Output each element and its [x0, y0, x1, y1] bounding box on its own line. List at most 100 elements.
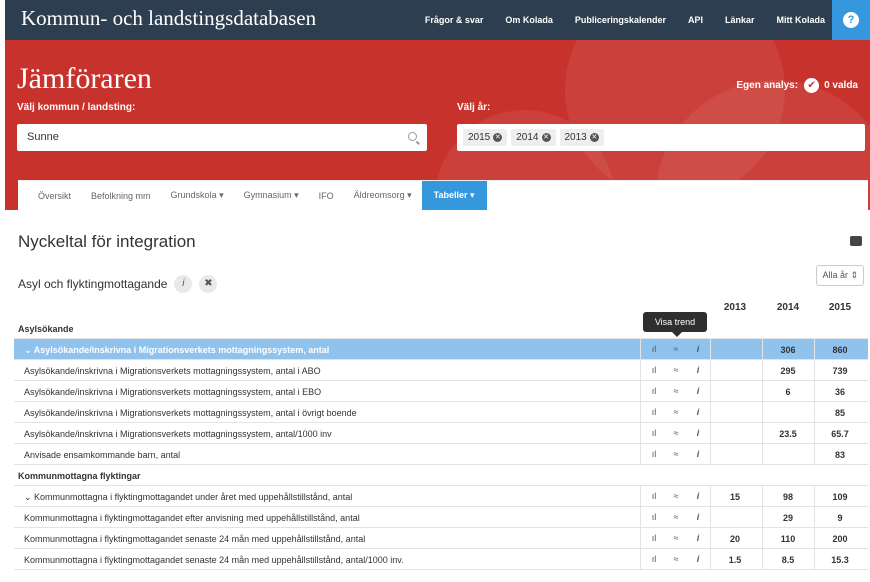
value-cell-2014: 306: [780, 345, 796, 355]
value-cell-2014: 29: [782, 513, 793, 523]
info-icon[interactable]: i: [690, 407, 706, 417]
nav-link-mitt-kolada[interactable]: Mitt Kolada: [777, 15, 826, 25]
info-icon[interactable]: i: [690, 449, 706, 459]
nav-link-links[interactable]: Länkar: [725, 15, 755, 25]
bar-chart-icon[interactable]: ıl: [646, 449, 662, 459]
column-divider: [710, 381, 711, 402]
row-label: Asylsökande/inskrivna i Migrationsverket…: [24, 366, 321, 376]
table-row[interactable]: Kommunmottagna i flyktingmottagandet sen…: [14, 549, 868, 570]
page-heading: Jämföraren: [17, 62, 152, 95]
trend-icon[interactable]: ≈: [668, 344, 684, 354]
tab-aldreomsorg[interactable]: Äldreomsorg ▾: [344, 181, 422, 210]
trend-icon[interactable]: ≈: [668, 512, 684, 522]
year-tag-label: 2013: [564, 132, 587, 143]
info-icon[interactable]: i: [174, 275, 193, 293]
value-cell-2014: 295: [780, 366, 796, 376]
bar-chart-icon[interactable]: ıl: [646, 386, 662, 396]
egen-analys-count: 0 valda: [824, 80, 858, 91]
nav-link-about[interactable]: Om Kolada: [505, 15, 553, 25]
tab-befolkning[interactable]: Befolkning mm: [81, 181, 161, 210]
trend-icon[interactable]: ≈: [668, 449, 684, 459]
column-divider: [710, 360, 711, 381]
remove-icon[interactable]: ✕: [589, 133, 599, 142]
value-cell-2014: 23.5: [779, 429, 797, 439]
info-icon[interactable]: i: [690, 491, 706, 501]
year-tag: 2013 ✕: [559, 129, 604, 146]
trend-icon[interactable]: ≈: [668, 554, 684, 564]
info-icon[interactable]: i: [690, 533, 706, 543]
kommun-label: Välj kommun / landsting:: [17, 102, 136, 113]
tab-ifo[interactable]: IFO: [309, 181, 344, 210]
column-divider: [640, 507, 641, 528]
value-cell-2013: 1.5: [728, 555, 742, 565]
info-icon[interactable]: i: [690, 428, 706, 438]
row-label: Asylsökande/inskrivna i Migrationsverket…: [24, 429, 332, 439]
remove-icon[interactable]: ✕: [493, 133, 503, 142]
info-icon[interactable]: i: [690, 386, 706, 396]
nav-link-calendar[interactable]: Publiceringskalender: [575, 15, 666, 25]
table-row[interactable]: Kommunmottagna i flyktingmottagandet eft…: [14, 507, 868, 528]
info-icon[interactable]: i: [690, 554, 706, 564]
tab-oversikt[interactable]: Översikt: [28, 181, 81, 210]
bar-chart-icon[interactable]: ıl: [646, 365, 662, 375]
table-row[interactable]: ⌄ Kommunmottagna i flyktingmottagandet u…: [14, 486, 868, 507]
table-row[interactable]: Kommunmottagna i flyktingmottagandet sen…: [14, 528, 868, 549]
table-row[interactable]: Asylsökande/inskrivna i Migrationsverket…: [14, 402, 868, 423]
remove-icon[interactable]: ✕: [541, 133, 551, 142]
bar-chart-icon[interactable]: ıl: [646, 512, 662, 522]
column-divider: [640, 528, 641, 549]
bar-chart-icon[interactable]: ıl: [646, 407, 662, 417]
shuffle-icon[interactable]: ✖: [199, 275, 218, 293]
row-label: Kommunmottagna flyktingar: [18, 471, 141, 481]
help-button[interactable]: ?: [832, 0, 870, 40]
table-row[interactable]: Asylsökande/inskrivna i Migrationsverket…: [14, 423, 868, 444]
egen-analys[interactable]: Egen analys: ✔ 0 valda: [736, 78, 858, 93]
row-label: Asylsökande/inskrivna i Migrationsverket…: [24, 387, 322, 397]
brand-title[interactable]: Kommun- och landstingsdatabasen: [21, 6, 316, 31]
row-label: Kommunmottagna i flyktingmottagandet sen…: [24, 534, 366, 544]
year-header: 2015: [828, 302, 852, 313]
trend-icon[interactable]: ≈: [668, 407, 684, 417]
trend-icon[interactable]: ≈: [668, 428, 684, 438]
nav-links: Frågor & svar Om Kolada Publiceringskale…: [403, 0, 825, 40]
year-select-input[interactable]: 2015 ✕ 2014 ✕ 2013 ✕: [457, 124, 865, 151]
value-cell-2015: 200: [832, 534, 848, 544]
table-row[interactable]: Asylsökande/inskrivna i Migrationsverket…: [14, 360, 868, 381]
print-icon[interactable]: [850, 236, 862, 246]
subsection-header: Asyl och flyktingmottagande i ✖: [18, 275, 218, 293]
info-icon[interactable]: i: [690, 344, 706, 354]
row-label: ⌄ Kommunmottagna i flyktingmottagandet u…: [24, 492, 353, 502]
bar-chart-icon[interactable]: ıl: [646, 491, 662, 501]
top-navbar: Kommun- och landstingsdatabasen Frågor &…: [5, 0, 870, 40]
trend-icon[interactable]: ≈: [668, 491, 684, 501]
trend-icon[interactable]: ≈: [668, 386, 684, 396]
table-row[interactable]: Asylsökande/inskrivna i Migrationsverket…: [14, 381, 868, 402]
subsection-title: Asyl och flyktingmottagande: [18, 277, 168, 291]
row-label: Kommunmottagna i flyktingmottagandet eft…: [24, 513, 360, 523]
tab-gymnasium[interactable]: Gymnasium ▾: [234, 181, 309, 210]
bar-chart-icon[interactable]: ıl: [646, 344, 662, 354]
table-row[interactable]: ⌄ Asylsökande/inskrivna i Migrationsverk…: [14, 339, 868, 360]
tab-grundskola[interactable]: Grundskola ▾: [161, 181, 234, 210]
info-icon[interactable]: i: [690, 512, 706, 522]
nav-link-api[interactable]: API: [688, 15, 703, 25]
value-cell-2014: 8.5: [781, 555, 795, 565]
search-icon[interactable]: [408, 132, 417, 141]
tab-tabeller[interactable]: Tabeller ▾: [421, 181, 487, 210]
year-tag-label: 2015: [468, 132, 491, 143]
bar-chart-icon[interactable]: ıl: [646, 533, 662, 543]
bar-chart-icon[interactable]: ıl: [646, 554, 662, 564]
bar-chart-icon[interactable]: ıl: [646, 428, 662, 438]
trend-icon[interactable]: ≈: [668, 365, 684, 375]
table-row[interactable]: Anvisade ensamkommande barn, antal ıl ≈ i 83: [14, 444, 868, 465]
row-label: Anvisade ensamkommande barn, antal: [24, 450, 181, 460]
nav-link-faq[interactable]: Frågor & svar: [425, 15, 484, 25]
value-cell-2014: 98: [782, 492, 793, 502]
info-icon[interactable]: i: [690, 365, 706, 375]
column-divider: [710, 402, 711, 423]
kommun-search-input[interactable]: Sunne: [17, 124, 427, 151]
trend-icon[interactable]: ≈: [668, 533, 684, 543]
year-filter-select[interactable]: Alla år ⇕: [816, 265, 864, 286]
value-cell-2015: 109: [832, 492, 848, 502]
column-divider: [710, 444, 711, 465]
